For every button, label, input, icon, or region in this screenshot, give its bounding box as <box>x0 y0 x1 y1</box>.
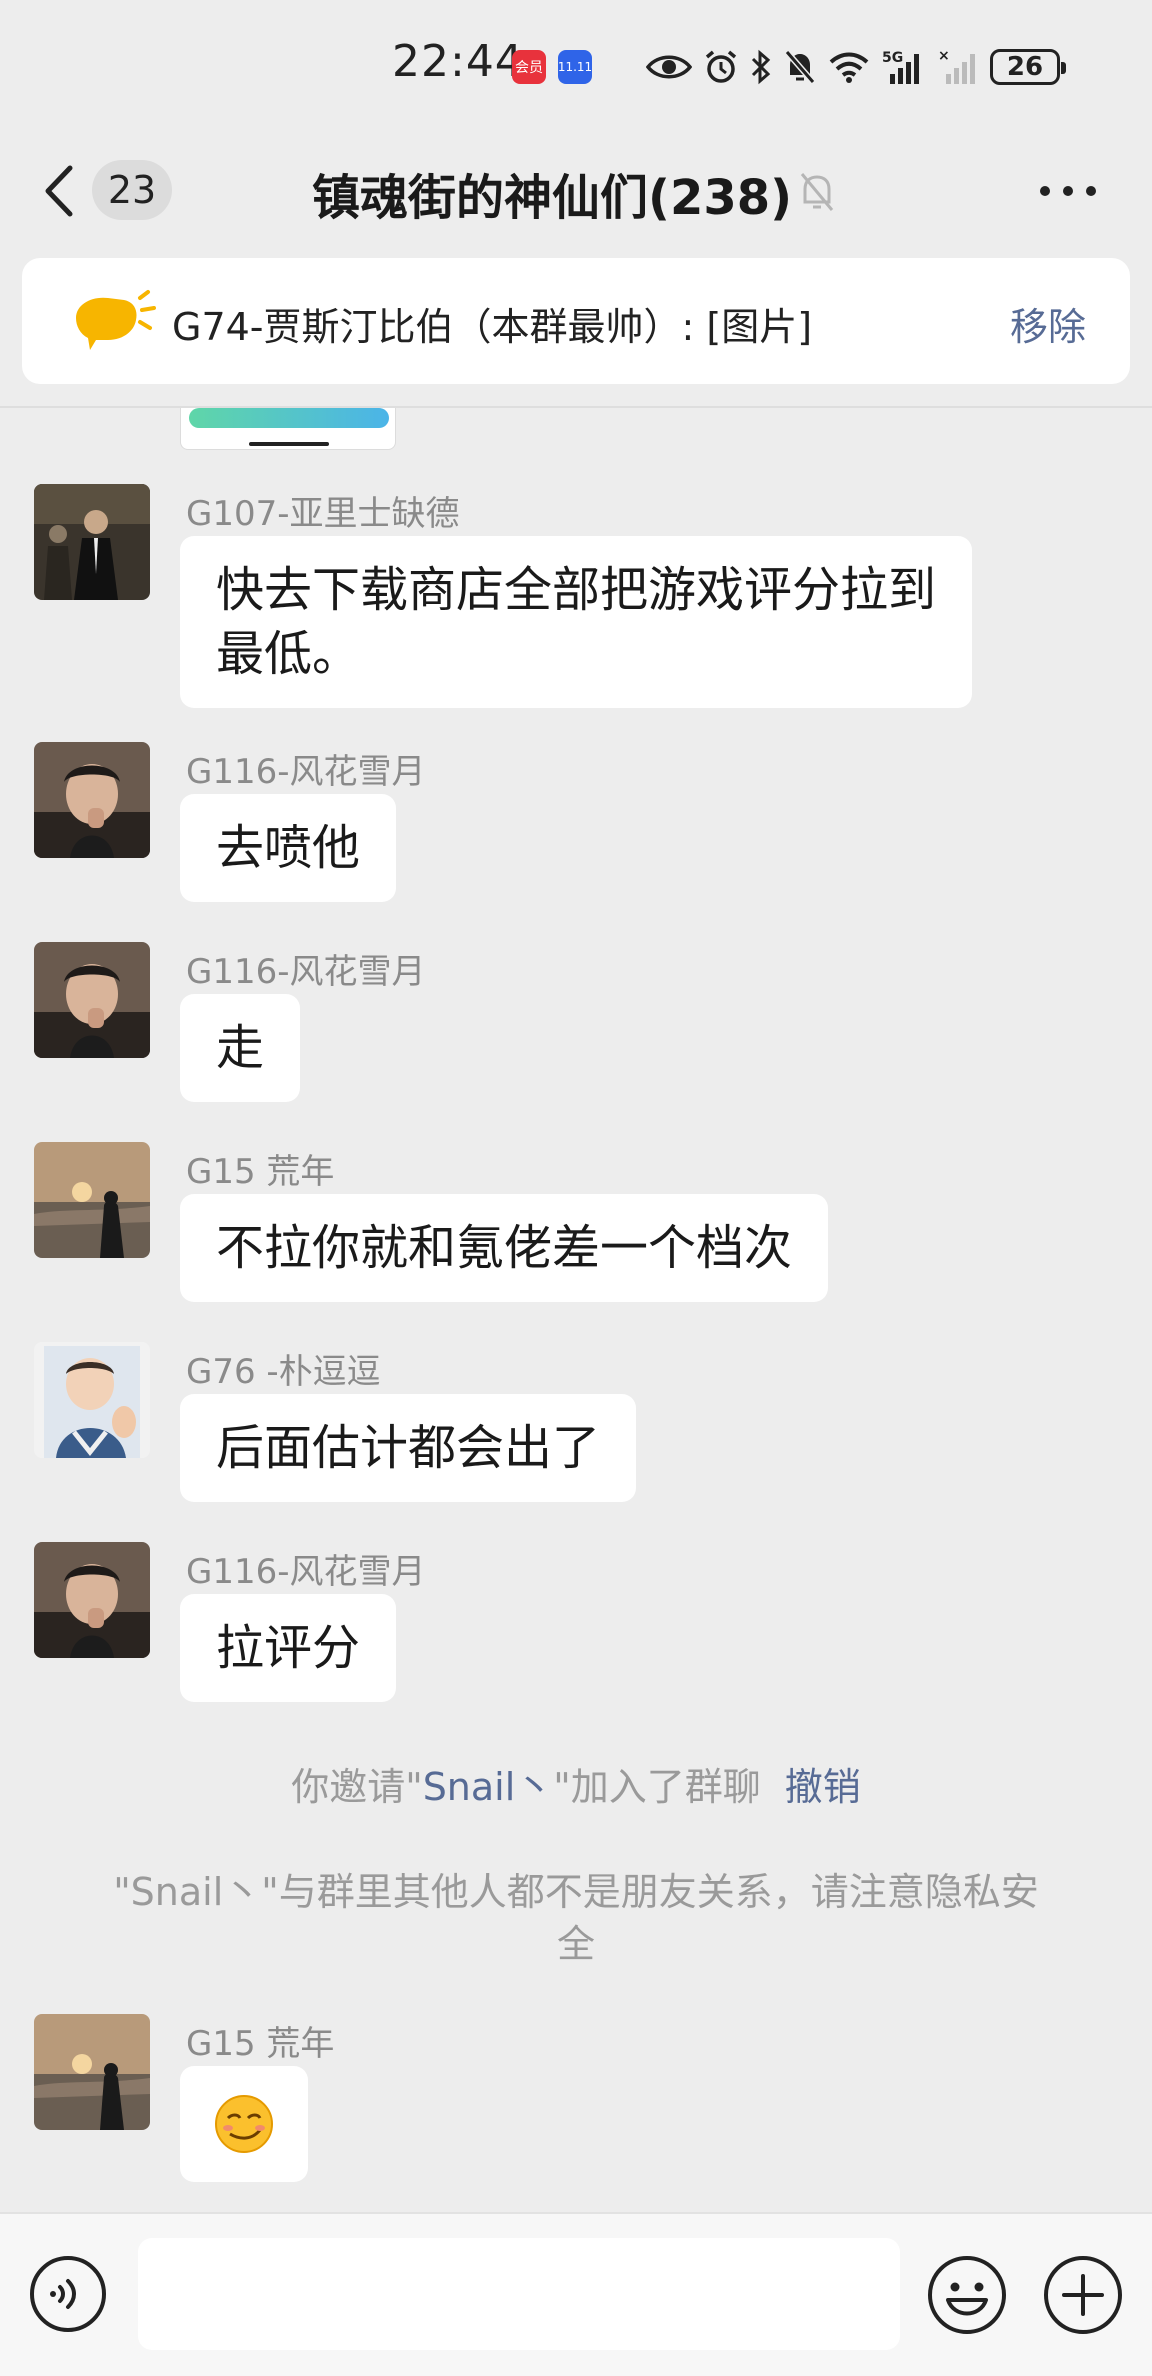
mute-bell-icon <box>800 173 834 211</box>
message-bubble[interactable]: 走 <box>180 994 301 1102</box>
invite-prefix: 你邀请" <box>291 1765 423 1809</box>
plus-icon[interactable] <box>1042 2254 1124 2336</box>
message-text-line: 最低。 <box>216 626 361 682</box>
shopping-notification-icon: 11.11 <box>558 50 592 84</box>
divider <box>0 406 1152 408</box>
invited-user-link[interactable]: Snail丶 <box>423 1765 554 1809</box>
avatar[interactable] <box>34 942 150 1058</box>
svg-text:×: × <box>938 48 950 64</box>
status-time: 22:44 <box>392 36 524 87</box>
more-icon[interactable] <box>1040 186 1096 198</box>
emoji-message-bubble[interactable] <box>180 2066 308 2182</box>
back-icon[interactable] <box>40 162 80 220</box>
avatar[interactable] <box>34 1142 150 1258</box>
status-bar: 22:44 会员 11.11 5G × 26 <box>0 0 1152 130</box>
smirk-emoji-icon <box>215 2095 273 2153</box>
sender-name: G76 -朴逗逗 <box>186 1352 381 1392</box>
system-privacy-note: "Snail丶"与群里其他人都不是朋友关系，请注意隐私安 全 <box>0 1866 1152 1970</box>
avatar[interactable] <box>34 2014 150 2130</box>
chat-title[interactable]: 镇魂街的神仙们(238) <box>312 158 792 228</box>
system-icons: 5G × 26 <box>646 46 1066 88</box>
svg-text:5G: 5G <box>882 50 903 66</box>
unread-count-badge[interactable]: 23 <box>92 160 172 220</box>
wifi-icon <box>829 52 869 83</box>
avatar[interactable] <box>34 742 150 858</box>
message-text-line: 快去下载商店全部把游戏评分拉到 <box>216 562 937 618</box>
undo-invite-link[interactable]: 撤销 <box>785 1765 861 1809</box>
signal-5g-icon: 5G <box>882 50 919 84</box>
input-bar <box>0 2212 1152 2376</box>
pinned-message-bar[interactable]: G74-贾斯汀比伯（本群最帅）: [图片] 移除 <box>22 258 1130 384</box>
message-bubble[interactable]: 拉评分 <box>180 1594 397 1702</box>
pinned-message-text: G74-贾斯汀比伯（本群最帅）: [图片] <box>172 305 813 349</box>
sender-name: G15 荒年 <box>186 2024 335 2064</box>
sender-name: G107-亚里士缺德 <box>186 494 460 534</box>
emoji-icon[interactable] <box>926 2254 1008 2336</box>
silent-bell-icon <box>784 50 816 84</box>
message-bubble[interactable]: 不拉你就和氪佬差一个档次 <box>180 1194 829 1302</box>
chat-screen: 22:44 会员 11.11 5G × 26 23 镇魂街的神仙们(238) G… <box>0 0 1152 2376</box>
privacy-note-line: "Snail丶"与群里其他人都不是朋友关系，请注意隐私安 <box>113 1870 1039 1914</box>
invite-suffix: "加入了群聊 <box>553 1765 761 1809</box>
message-bubble[interactable]: 后面估计都会出了 <box>180 1394 637 1502</box>
avatar[interactable] <box>34 1542 150 1658</box>
voice-icon[interactable] <box>28 2254 108 2334</box>
eye-icon <box>646 55 692 79</box>
bluetooth-icon <box>751 49 771 85</box>
image-message-partial[interactable] <box>180 408 396 450</box>
privacy-note-line: 全 <box>556 1922 595 1966</box>
sender-name: G116-风花雪月 <box>186 752 426 792</box>
sender-name: G116-风花雪月 <box>186 952 426 992</box>
remove-pinned-button[interactable]: 移除 <box>1010 296 1086 351</box>
title-bar: 23 镇魂街的神仙们(238) <box>0 130 1152 250</box>
message-bubble[interactable]: 去喷他 <box>180 794 397 902</box>
battery-level: 26 <box>1006 52 1044 82</box>
battery-icon: 26 <box>990 49 1066 85</box>
speaker-announcement-icon <box>76 290 156 350</box>
signal-weak-icon: × <box>938 48 975 84</box>
avatar[interactable] <box>34 1342 150 1458</box>
system-invite-note: 你邀请"Snail丶"加入了群聊 撤销 <box>0 1756 1152 1811</box>
app-notification-icon: 会员 <box>512 50 546 84</box>
avatar[interactable] <box>34 484 150 600</box>
message-input[interactable] <box>138 2238 900 2350</box>
message-bubble[interactable]: 快去下载商店全部把游戏评分拉到 最低。 <box>180 536 972 708</box>
sender-name: G116-风花雪月 <box>186 1552 426 1592</box>
alarm-icon <box>705 50 737 83</box>
sender-name: G15 荒年 <box>186 1152 335 1192</box>
